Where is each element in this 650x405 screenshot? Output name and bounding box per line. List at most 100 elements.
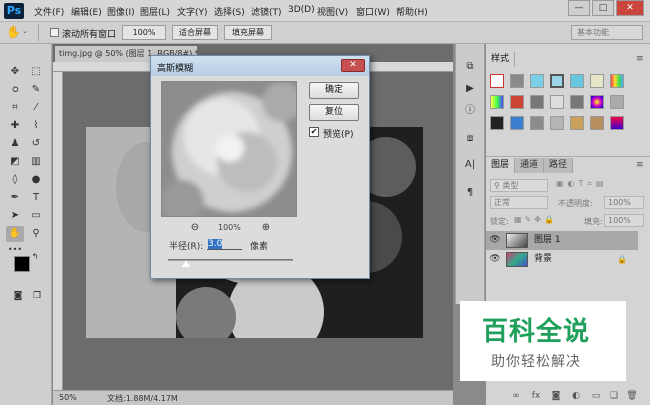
crop-tool-icon[interactable]: ⌗ [6,100,24,116]
fx-icon[interactable]: fx [530,390,542,402]
zoom-tool-icon[interactable]: ⚲ [27,226,45,242]
pen-tool-icon[interactable]: ✒ [6,190,24,206]
radius-slider-thumb[interactable] [182,260,190,267]
style-swatch[interactable] [550,95,564,109]
layer-row-background[interactable]: 👁 背景 🔒 [486,250,638,269]
menu-window[interactable]: 窗口(W) [356,5,390,18]
fit-screen-button[interactable]: 适合屏幕 [172,25,218,40]
scroll-all-windows-checkbox[interactable] [50,28,59,37]
panel-menu-icon[interactable]: ≡ [636,54,644,64]
path-select-icon[interactable]: ➤ [6,208,24,224]
style-swatch-none[interactable] [490,74,504,88]
move-tool-icon[interactable]: ✥ [6,64,24,80]
zoom-out-icon[interactable]: ⊖ [189,222,201,234]
magic-wand-icon[interactable]: ✎ [27,82,45,98]
radius-input[interactable] [207,238,242,250]
delete-layer-icon[interactable]: 🗑 [626,390,638,402]
fill-screen-button[interactable]: 填充屏幕 [224,25,272,40]
style-swatch[interactable] [530,95,544,109]
type-tool-icon[interactable]: T [27,190,45,206]
style-swatch[interactable] [490,116,504,130]
menu-image[interactable]: 图像(I) [107,5,135,18]
quick-mask-icon[interactable]: ◙ [9,288,27,304]
stamp-tool-icon[interactable]: ♟ [6,136,24,152]
style-swatch[interactable] [590,116,604,130]
style-swatch[interactable] [590,95,604,109]
new-group-icon[interactable]: ▭ [590,390,602,402]
gradient-tool-icon[interactable]: ▥ [27,154,45,170]
dialog-close-button[interactable]: ✕ [341,59,365,72]
eye-icon[interactable]: 👁 [489,231,501,250]
style-swatch[interactable] [550,116,564,130]
style-swatch[interactable] [530,74,544,88]
lasso-tool-icon[interactable]: ഠ [6,82,24,98]
actions-panel-icon[interactable]: ▶ [463,82,477,96]
tab-channels[interactable]: 通道 [515,158,545,173]
style-swatch[interactable] [490,95,504,109]
link-layers-icon[interactable]: ∞ [510,390,522,402]
marquee-tool-icon[interactable]: ⬚ [27,64,45,80]
style-swatch[interactable] [570,116,584,130]
menu-help[interactable]: 帮助(H) [396,5,428,18]
style-swatch[interactable] [610,74,624,88]
tab-styles[interactable]: 样式 [486,52,516,67]
preview-checkbox[interactable]: ✔ [309,127,319,137]
adjustment-layer-icon[interactable]: ◐ [570,390,582,402]
menu-3d[interactable]: 3D(D) [288,5,315,15]
zoom-100-button[interactable]: 100% [122,25,166,40]
menu-file[interactable]: 文件(F) [34,5,64,18]
menu-view[interactable]: 视图(V) [317,5,348,18]
chevron-down-icon[interactable]: ⌄ [22,27,28,35]
style-swatch[interactable] [590,74,604,88]
style-swatch[interactable] [530,116,544,130]
style-swatch[interactable] [550,74,564,88]
ok-button[interactable]: 确定 [309,82,359,99]
layers-panel-menu-icon[interactable]: ≡ [636,160,644,170]
blur-preview[interactable] [161,81,297,217]
hand-tool-icon[interactable]: ✋ [6,226,24,242]
layer-kind-filter[interactable]: ⚲ 类型 [490,179,548,192]
style-swatch[interactable] [610,116,624,130]
lock-icons[interactable]: ▦✎✥🔒 [514,215,557,224]
swap-colors-icon[interactable]: ↰ [30,252,40,262]
new-layer-icon[interactable]: ❏ [608,390,620,402]
hand-icon[interactable]: ✋ [6,25,21,39]
eye-icon[interactable]: 👁 [489,250,501,269]
tab-paths[interactable]: 路径 [544,158,574,173]
zoom-in-icon[interactable]: ⊕ [260,222,272,234]
reset-button[interactable]: 复位 [309,104,359,121]
style-swatch[interactable] [570,74,584,88]
eyedropper-icon[interactable]: ⁄ [27,100,45,116]
maximize-button[interactable]: □ [592,0,614,16]
style-swatch[interactable] [510,95,524,109]
style-swatch[interactable] [570,95,584,109]
menu-select[interactable]: 选择(S) [214,5,245,18]
properties-panel-icon[interactable]: ⧈ [463,132,477,146]
menu-type[interactable]: 文字(Y) [177,5,208,18]
menu-filter[interactable]: 滤镜(T) [251,5,282,18]
eraser-tool-icon[interactable]: ◩ [6,154,24,170]
dialog-titlebar[interactable]: 高斯模糊 ✕ [151,56,369,76]
style-swatch[interactable] [510,116,524,130]
workspace-select[interactable]: 基本功能 [571,25,643,40]
style-swatch[interactable] [510,74,524,88]
brush-tool-icon[interactable]: ⌇ [27,118,45,134]
dodge-tool-icon[interactable]: ● [27,172,45,188]
close-window-button[interactable]: ✕ [616,0,644,16]
healing-brush-icon[interactable]: ✚ [6,118,24,134]
info-panel-icon[interactable]: ⓘ [463,104,477,118]
layer-row-layer1[interactable]: 👁 图层 1 [486,231,638,250]
filter-icons[interactable]: ▣◐T⌗▤ [556,179,608,189]
style-swatch[interactable] [610,95,624,109]
minimize-button[interactable]: — [568,0,590,16]
screen-mode-icon[interactable]: ❐ [28,288,46,304]
history-brush-icon[interactable]: ↺ [27,136,45,152]
blur-tool-icon[interactable]: ◊ [6,172,24,188]
fill-input[interactable]: 100% [604,214,644,227]
blend-mode-select[interactable]: 正常 [490,196,548,209]
opacity-input[interactable]: 100% [604,196,644,209]
add-mask-icon[interactable]: ◙ [550,390,562,402]
paragraph-panel-icon[interactable]: ¶ [463,186,477,200]
menu-edit[interactable]: 编辑(E) [71,5,102,18]
tab-layers[interactable]: 图层 [486,158,516,173]
